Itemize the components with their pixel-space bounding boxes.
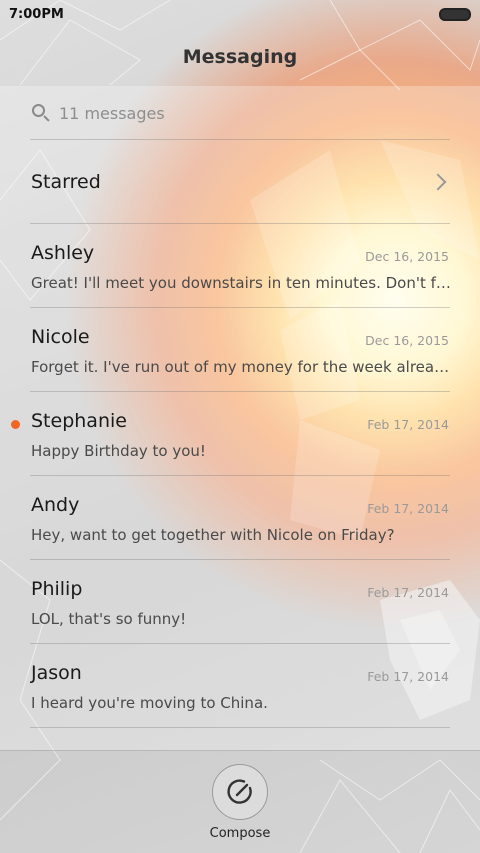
status-time: 7:00PM: [9, 6, 64, 22]
message-date: Feb 17, 2014: [367, 669, 449, 684]
battery-icon: [439, 7, 471, 21]
message-preview: I heard you're moving to China.: [31, 694, 268, 712]
contact-name: Stephanie: [31, 410, 127, 432]
message-preview: LOL, that's so funny!: [31, 610, 187, 628]
contact-name: Ashley: [31, 242, 95, 264]
message-date: Dec 16, 2015: [365, 249, 449, 264]
status-bar: 7:00PM: [0, 0, 480, 28]
conversation-item[interactable]: Jason Feb 17, 2014 I heard you're moving…: [0, 644, 480, 728]
message-date: Feb 17, 2014: [367, 585, 449, 600]
message-preview: Forget it. I've run out of my money for …: [31, 358, 451, 376]
contact-name: Philip: [31, 578, 83, 600]
page-title: Messaging: [182, 46, 298, 68]
search-placeholder: 11 messages: [59, 103, 165, 123]
search-bar[interactable]: 11 messages: [0, 86, 480, 140]
conversation-item[interactable]: Nicole Dec 16, 2015 Forget it. I've run …: [0, 308, 480, 392]
search-icon: [31, 103, 51, 123]
contact-name: Andy: [31, 494, 80, 516]
contact-name: Jason: [31, 662, 82, 684]
bottom-bar: Compose: [0, 750, 480, 853]
divider: [30, 727, 450, 728]
unread-indicator: [11, 420, 20, 429]
conversation-item[interactable]: Ashley Dec 16, 2015 Great! I'll meet you…: [0, 224, 480, 308]
starred-label: Starred: [31, 171, 101, 193]
conversation-item[interactable]: Stephanie Feb 17, 2014 Happy Birthday to…: [0, 392, 480, 476]
conversation-item[interactable]: Andy Feb 17, 2014 Hey, want to get toget…: [0, 476, 480, 560]
message-preview: Happy Birthday to you!: [31, 442, 206, 460]
conversation-item[interactable]: Philip Feb 17, 2014 LOL, that's so funny…: [0, 560, 480, 644]
starred-item[interactable]: Starred: [0, 140, 480, 224]
conversation-list: 11 messages Starred Ashley Dec 16, 2015 …: [0, 86, 480, 750]
message-preview: Great! I'll meet you downstairs in ten m…: [31, 274, 451, 292]
message-date: Feb 17, 2014: [367, 501, 449, 516]
compose-icon: [227, 779, 252, 804]
contact-name: Nicole: [31, 326, 90, 348]
message-date: Feb 17, 2014: [367, 417, 449, 432]
message-date: Dec 16, 2015: [365, 333, 449, 348]
compose-label: Compose: [209, 826, 271, 841]
message-preview: Hey, want to get together with Nicole on…: [31, 526, 395, 544]
title-bar: Messaging: [0, 28, 480, 86]
chevron-right-icon: [429, 173, 447, 191]
compose-button[interactable]: [212, 764, 268, 820]
